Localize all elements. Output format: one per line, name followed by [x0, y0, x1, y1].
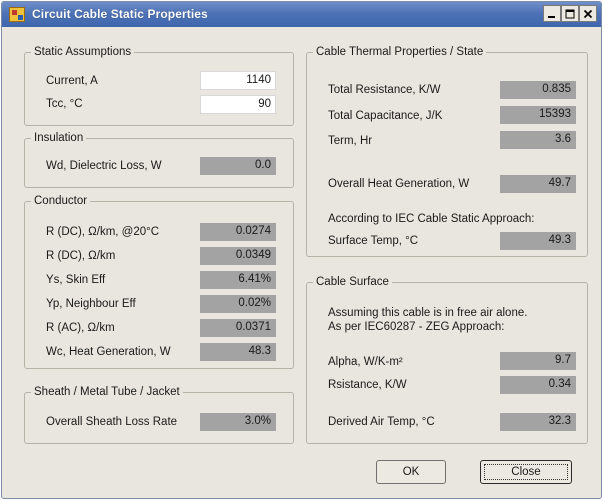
- total-resistance-label: Total Resistance, K/W: [328, 84, 441, 96]
- current-input[interactable]: 1140: [200, 71, 276, 90]
- conductor-row-label: R (DC), Ω/km, @20°C: [46, 226, 160, 238]
- iec-note: According to IEC Cable Static Approach:: [328, 213, 535, 225]
- ok-button-label: OK: [402, 466, 420, 478]
- minimize-icon: [548, 15, 555, 18]
- current-label: Current, A: [46, 75, 98, 87]
- total-capacitance-label: Total Capacitance, J/K: [328, 110, 443, 122]
- maximize-icon: [565, 9, 575, 18]
- conductor-row-value: 6.41%: [200, 271, 276, 289]
- focus-rectangle: [484, 464, 568, 480]
- maximize-button[interactable]: [561, 5, 579, 22]
- group-title: Conductor: [34, 195, 88, 207]
- alpha-value: 9.7: [500, 352, 576, 370]
- window-title: Circuit Cable Static Properties: [32, 7, 208, 21]
- conductor-row-value: 0.0274: [200, 223, 276, 241]
- air-temp-label: Derived Air Temp, °C: [328, 416, 435, 428]
- group-title: Static Assumptions: [34, 46, 132, 58]
- close-icon: [583, 9, 593, 18]
- group-title: Cable Surface: [316, 276, 389, 288]
- conductor-row-value: 0.02%: [200, 295, 276, 313]
- conductor-row-label: Yp, Neighbour Eff: [46, 298, 136, 310]
- close-button[interactable]: [579, 5, 597, 22]
- rsistance-label: Rsistance, K/W: [328, 379, 407, 391]
- surface-temp-value: 49.3: [500, 232, 576, 250]
- conductor-row-value: 0.0349: [200, 247, 276, 265]
- tcc-label: Tcc, °C: [46, 98, 83, 110]
- sheath-loss-value: 3.0%: [200, 413, 276, 431]
- total-capacitance-value: 15393: [500, 106, 576, 124]
- dialog-window: Circuit Cable Static Properties Static A…: [1, 1, 602, 499]
- total-resistance-value: 0.835: [500, 81, 576, 99]
- rsistance-value: 0.34: [500, 376, 576, 394]
- conductor-row-label: R (DC), Ω/km: [46, 250, 116, 262]
- tcc-input[interactable]: 90: [200, 95, 276, 114]
- free-air-note: Assuming this cable is in free air alone…: [328, 307, 528, 319]
- group-title: Sheath / Metal Tube / Jacket: [34, 386, 180, 398]
- title-bar[interactable]: Circuit Cable Static Properties: [2, 2, 601, 27]
- minimize-button[interactable]: [543, 5, 561, 22]
- alpha-label: Alpha, W/K-m²: [328, 356, 403, 368]
- term-value: 3.6: [500, 131, 576, 149]
- group-title: Cable Thermal Properties / State: [316, 46, 484, 58]
- conductor-row-value: 0.0371: [200, 319, 276, 337]
- surface-temp-label: Surface Temp, °C: [328, 235, 419, 247]
- dielectric-loss-label: Wd, Dielectric Loss, W: [46, 160, 162, 172]
- heat-generation-value: 49.7: [500, 175, 576, 193]
- close-dialog-button[interactable]: Close: [480, 460, 572, 484]
- dielectric-loss-value: 0.0: [200, 157, 276, 175]
- ok-button[interactable]: OK: [376, 460, 446, 484]
- term-label: Term, Hr: [328, 135, 373, 147]
- group-title: Insulation: [34, 132, 84, 144]
- conductor-row-value: 48.3: [200, 343, 276, 361]
- conductor-row-label: R (AC), Ω/km: [46, 322, 115, 334]
- conductor-row-label: Ys, Skin Eff: [46, 274, 106, 286]
- air-temp-value: 32.3: [500, 413, 576, 431]
- iec60287-note: As per IEC60287 - ZEG Approach:: [328, 321, 505, 333]
- sheath-loss-label: Overall Sheath Loss Rate: [46, 416, 178, 428]
- app-icon[interactable]: [9, 7, 25, 22]
- conductor-row-label: Wc, Heat Generation, W: [46, 346, 171, 358]
- heat-generation-label: Overall Heat Generation, W: [328, 178, 470, 190]
